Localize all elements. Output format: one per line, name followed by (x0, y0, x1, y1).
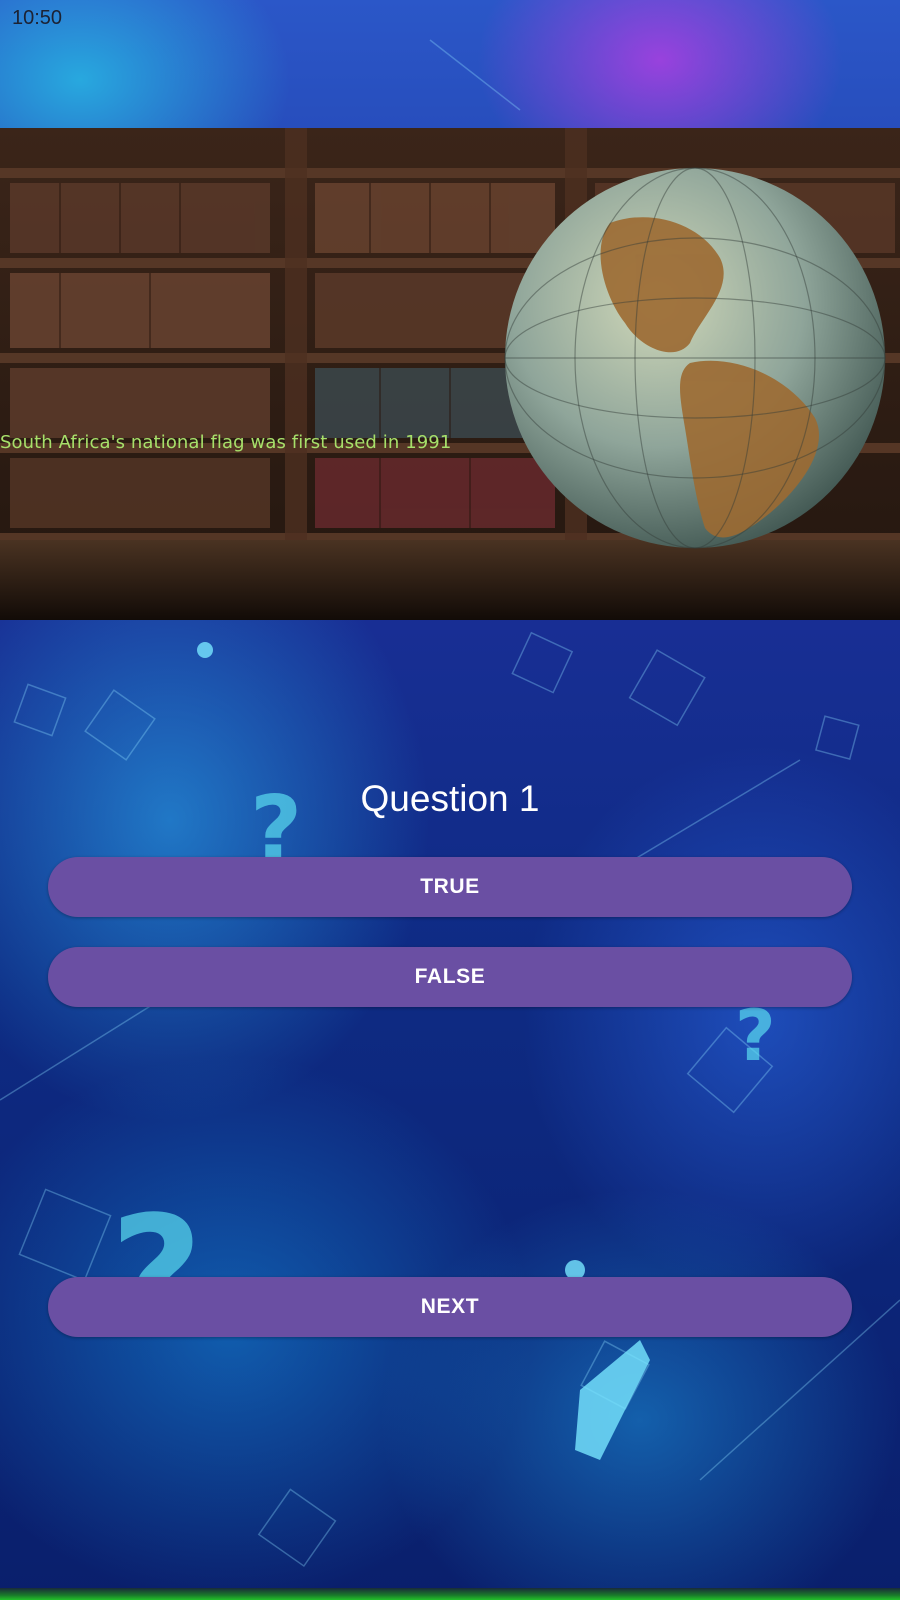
hero-image: South Africa's national flag was first u… (0, 128, 900, 620)
next-button[interactable]: NEXT (48, 1277, 852, 1337)
true-button[interactable]: TRUE (48, 857, 852, 917)
status-time: 10:50 (12, 7, 63, 29)
hero-caption: South Africa's national flag was first u… (0, 432, 452, 453)
svg-text:?: ? (110, 1181, 203, 1368)
false-button[interactable]: FALSE (48, 947, 852, 1007)
question-title: Question 1 (360, 778, 540, 819)
bookshelf-globe-image (0, 128, 900, 620)
bottom-progress-bar (0, 1588, 900, 1600)
svg-text:?: ? (735, 995, 776, 1077)
